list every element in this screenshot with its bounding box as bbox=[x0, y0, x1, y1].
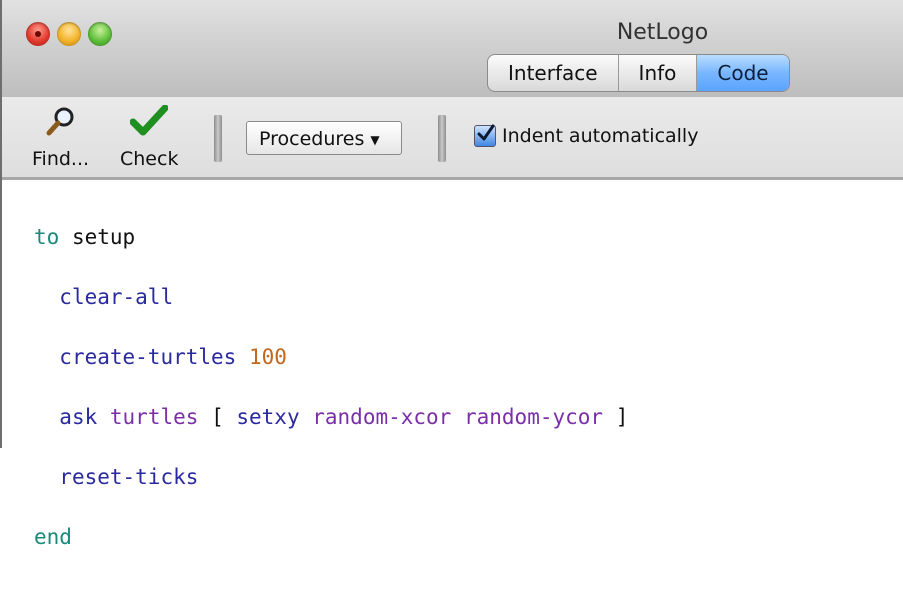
keyword-to: to bbox=[34, 225, 60, 249]
tab-info[interactable]: Info bbox=[619, 55, 698, 91]
command-token: reset-ticks bbox=[59, 465, 199, 489]
toolbar-separator bbox=[214, 115, 222, 162]
code-line: end bbox=[34, 522, 903, 552]
netlogo-window: NetLogo Interface Info Code Find... Chec… bbox=[0, 0, 903, 549]
code-line: ask turtles [ setxy random-xcor random-y… bbox=[34, 402, 903, 432]
tab-code[interactable]: Code bbox=[697, 55, 789, 91]
number-token: 100 bbox=[248, 345, 287, 369]
command-token: create-turtles bbox=[59, 345, 237, 369]
code-editor[interactable]: to setup clear-all create-turtles 100 as… bbox=[2, 180, 903, 549]
code-toolbar: Find... Check Procedures ▼ Indent automat… bbox=[2, 97, 903, 180]
code-line: to setup bbox=[34, 222, 903, 252]
code-line: create-turtles 100 bbox=[34, 342, 903, 372]
reporter-token: random-xcor bbox=[312, 405, 452, 429]
tab-bar: Interface Info Code bbox=[487, 54, 790, 92]
find-button[interactable]: Find... bbox=[32, 105, 89, 170]
title-bar: NetLogo Interface Info Code bbox=[2, 0, 903, 97]
checkbox-checked-icon[interactable] bbox=[474, 124, 496, 147]
command-token: ask bbox=[59, 405, 98, 429]
close-bracket: ] bbox=[615, 405, 629, 429]
check-button[interactable]: Check bbox=[120, 104, 179, 170]
procedures-dropdown[interactable]: Procedures ▼ bbox=[246, 121, 402, 155]
indent-label: Indent automatically bbox=[502, 125, 699, 147]
magnifier-icon bbox=[46, 107, 74, 136]
procedures-label: Procedures bbox=[259, 128, 365, 150]
procedure-name: setup bbox=[71, 225, 136, 249]
command-token: setxy bbox=[236, 405, 300, 429]
code-line: clear-all bbox=[34, 282, 903, 312]
open-bracket: [ bbox=[211, 405, 224, 429]
reporter-token: turtles bbox=[109, 405, 199, 429]
check-label: Check bbox=[120, 148, 179, 170]
code-line: reset-ticks bbox=[34, 462, 903, 492]
tab-interface[interactable]: Interface bbox=[488, 55, 619, 91]
indent-automatically-checkbox[interactable]: Indent automatically bbox=[474, 124, 699, 147]
window-title: NetLogo bbox=[616, 20, 709, 45]
find-label: Find... bbox=[32, 148, 90, 170]
keyword-end: end bbox=[34, 525, 72, 549]
toolbar-separator bbox=[438, 115, 446, 162]
checkmark-icon bbox=[129, 104, 169, 136]
command-token: clear-all bbox=[59, 285, 174, 309]
dropdown-arrow-icon: ▼ bbox=[370, 132, 380, 147]
reporter-token: random-ycor bbox=[463, 405, 604, 429]
